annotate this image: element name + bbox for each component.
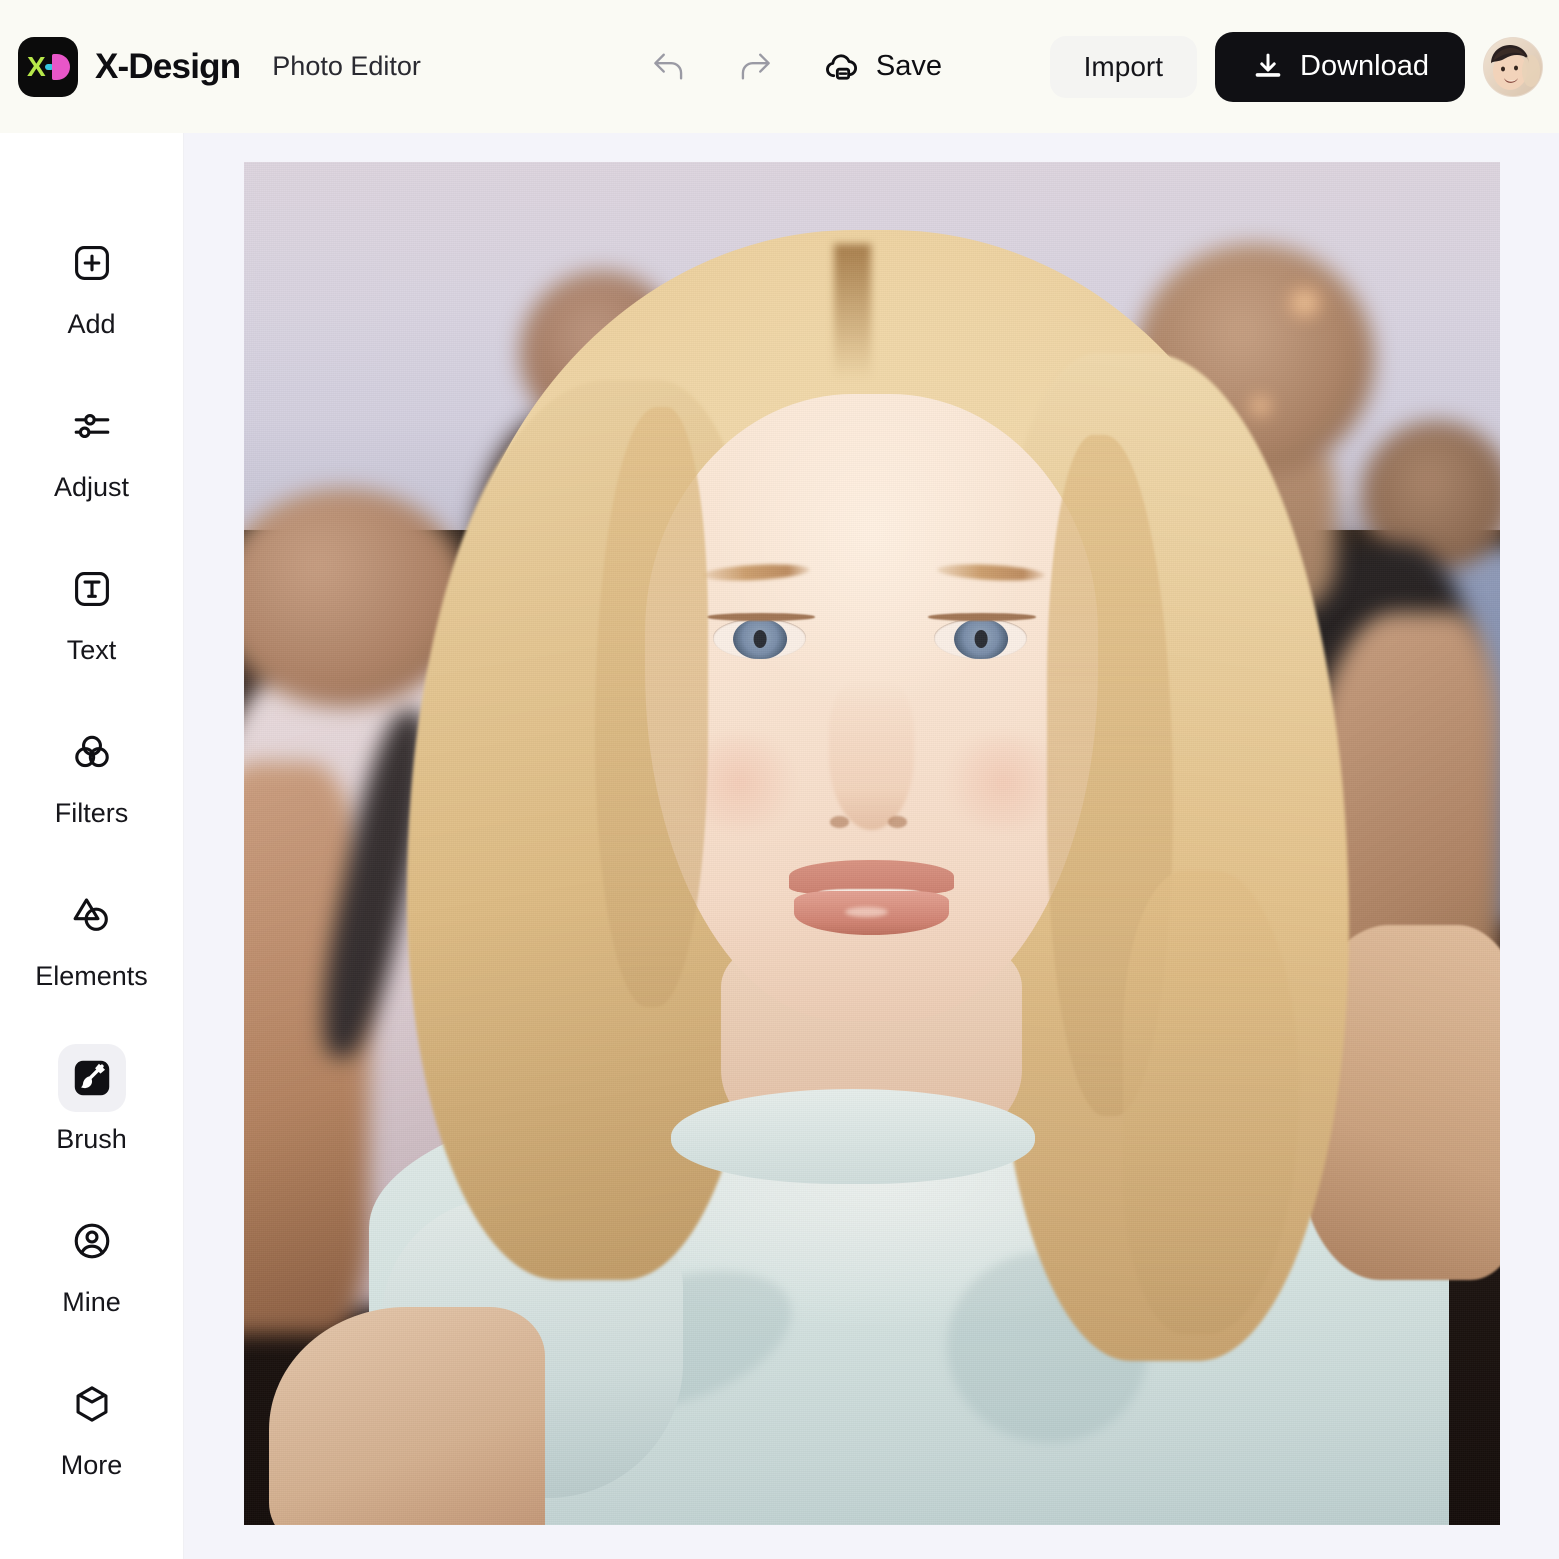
header-right-actions: Import Download xyxy=(1049,31,1559,102)
sidebar-item-label: Text xyxy=(66,635,117,665)
tshirt-collar xyxy=(670,1088,1035,1185)
sidebar-item-elements[interactable]: Elements xyxy=(32,881,152,992)
subject-lips xyxy=(788,859,955,935)
cube-icon xyxy=(76,1386,107,1422)
app-body: Add Adjust Text Filters Elements Brush M… xyxy=(0,133,1559,1559)
brand: X X-Design Photo Editor xyxy=(0,36,421,97)
subject-nostril-left xyxy=(830,816,849,828)
iris xyxy=(953,618,1008,660)
sidebar-item-brush[interactable]: Brush xyxy=(32,1044,152,1155)
sidebar-item-label: Add xyxy=(67,309,116,339)
user-circle-icon xyxy=(74,1223,109,1259)
save-button-label: Save xyxy=(875,50,942,82)
subject-nose xyxy=(828,679,915,830)
sidebar-item-label: Elements xyxy=(35,961,148,991)
editor-canvas[interactable] xyxy=(184,133,1559,1559)
sidebar-item-filters[interactable]: Filters xyxy=(32,718,152,829)
avatar-photo xyxy=(1484,37,1542,96)
sidebar-item-more[interactable]: More xyxy=(32,1370,152,1481)
logo-letter-x: X xyxy=(27,50,46,82)
brush-icon xyxy=(74,1060,109,1096)
sidebar-item-label: Brush xyxy=(56,1124,127,1154)
page-title: Photo Editor xyxy=(272,51,421,81)
filters-circles-icon xyxy=(74,735,109,768)
sidebar-item-text[interactable]: Text xyxy=(32,555,152,666)
photo-canvas-image[interactable] xyxy=(243,162,1500,1525)
iris xyxy=(732,618,787,660)
subject-eyelash-left xyxy=(706,613,815,621)
subject-hair-part xyxy=(833,243,872,381)
sliders-icon xyxy=(74,413,109,439)
photo-editor-app: X X-Design Photo Editor Save Import Down… xyxy=(0,0,1559,1559)
save-button[interactable]: Save xyxy=(815,41,950,93)
cloud-save-icon xyxy=(825,53,857,80)
subject-eyelash-right xyxy=(928,613,1037,621)
undo-arrow-icon xyxy=(654,53,683,80)
download-button[interactable]: Download xyxy=(1215,31,1465,102)
sidebar-item-label: Filters xyxy=(54,798,129,828)
sidebar-item-label: Adjust xyxy=(53,472,130,502)
app-logo-icon[interactable]: X xyxy=(18,36,78,97)
header-actions: Save xyxy=(643,41,950,93)
logo-letter-d-shape xyxy=(52,53,70,80)
main-subject xyxy=(244,162,1500,1525)
redo-arrow-icon xyxy=(741,53,770,80)
subject-arm-left xyxy=(268,1306,545,1525)
redo-button[interactable] xyxy=(729,41,781,93)
download-button-label: Download xyxy=(1300,50,1429,82)
brand-name: X-Design xyxy=(95,46,241,86)
pupil xyxy=(753,630,767,648)
sidebar-item-add[interactable]: Add xyxy=(32,229,152,340)
plus-square-icon xyxy=(74,246,109,280)
tool-sidebar: Add Adjust Text Filters Elements Brush M… xyxy=(0,133,184,1559)
shapes-icon xyxy=(73,898,108,931)
avatar[interactable] xyxy=(1483,36,1543,97)
subject-nostril-right xyxy=(887,816,907,828)
sidebar-item-adjust[interactable]: Adjust xyxy=(32,392,152,503)
import-button[interactable]: Import xyxy=(1049,35,1198,98)
sidebar-item-label: More xyxy=(60,1450,123,1480)
sidebar-item-mine[interactable]: Mine xyxy=(32,1207,152,1318)
download-icon xyxy=(1255,53,1281,77)
text-square-icon xyxy=(74,572,109,606)
sidebar-item-label: Mine xyxy=(62,1287,121,1317)
app-header: X X-Design Photo Editor Save Import Down… xyxy=(0,0,1559,133)
undo-button[interactable] xyxy=(643,41,695,93)
pupil xyxy=(974,630,988,648)
